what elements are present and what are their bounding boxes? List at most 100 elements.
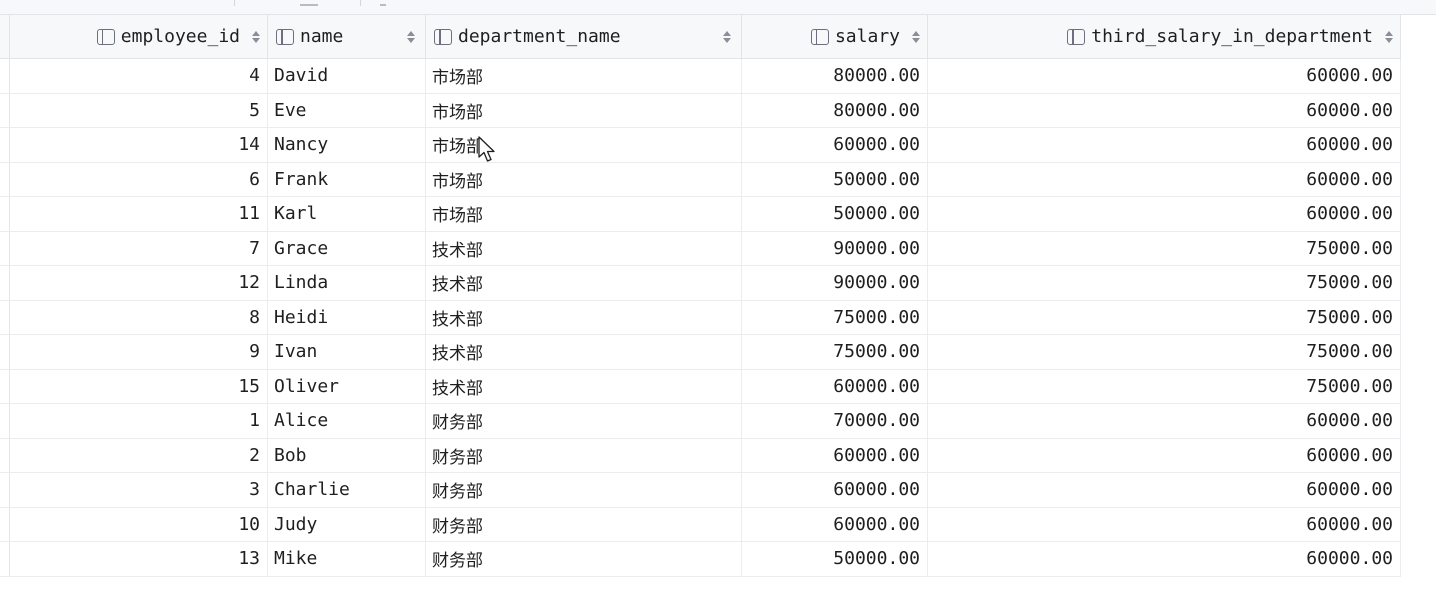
row-gutter-cell[interactable]: [0, 232, 10, 266]
row-gutter-cell[interactable]: [0, 266, 10, 300]
table-row[interactable]: 6 Frank 市场部 50000.00 60000.00: [0, 162, 1401, 197]
cell-third-salary[interactable]: 75000.00: [928, 231, 1401, 265]
cell-name[interactable]: Bob: [268, 438, 426, 472]
table-row[interactable]: 3 Charlie 财务部 60000.00 60000.00: [0, 473, 1401, 508]
sort-arrows-icon[interactable]: [252, 30, 260, 44]
cell-third-salary[interactable]: 60000.00: [928, 93, 1401, 127]
cell-salary[interactable]: 60000.00: [742, 369, 928, 403]
cell-salary[interactable]: 75000.00: [742, 300, 928, 334]
cell-department-name[interactable]: 市场部: [426, 128, 742, 162]
cell-department-name[interactable]: 技术部: [426, 335, 742, 369]
cell-department-name[interactable]: 技术部: [426, 300, 742, 334]
cell-name[interactable]: Grace: [268, 231, 426, 265]
cell-employee-id[interactable]: 11: [10, 197, 268, 231]
cell-name[interactable]: Ivan: [268, 335, 426, 369]
cell-third-salary[interactable]: 60000.00: [928, 162, 1401, 196]
cell-third-salary[interactable]: 75000.00: [928, 369, 1401, 403]
cell-department-name[interactable]: 技术部: [426, 266, 742, 300]
row-gutter-cell[interactable]: [0, 94, 10, 128]
cell-employee-id[interactable]: 3: [10, 473, 268, 507]
cell-third-salary[interactable]: 75000.00: [928, 300, 1401, 334]
cell-salary[interactable]: 75000.00: [742, 335, 928, 369]
cell-name[interactable]: Nancy: [268, 128, 426, 162]
cell-name[interactable]: Karl: [268, 197, 426, 231]
cell-salary[interactable]: 60000.00: [742, 438, 928, 472]
cell-name[interactable]: Linda: [268, 266, 426, 300]
table-row[interactable]: 7 Grace 技术部 90000.00 75000.00: [0, 231, 1401, 266]
cell-salary[interactable]: 90000.00: [742, 266, 928, 300]
table-row[interactable]: 4 David 市场部 80000.00 60000.00: [0, 59, 1401, 94]
cell-name[interactable]: Oliver: [268, 369, 426, 403]
cell-employee-id[interactable]: 7: [10, 231, 268, 265]
cell-department-name[interactable]: 财务部: [426, 473, 742, 507]
row-gutter-cell[interactable]: [0, 370, 10, 404]
cell-third-salary[interactable]: 75000.00: [928, 266, 1401, 300]
cell-department-name[interactable]: 财务部: [426, 542, 742, 576]
cell-name[interactable]: Eve: [268, 93, 426, 127]
cell-department-name[interactable]: 技术部: [426, 231, 742, 265]
cell-salary[interactable]: 80000.00: [742, 59, 928, 93]
table-row[interactable]: 11 Karl 市场部 50000.00 60000.00: [0, 197, 1401, 232]
cell-salary[interactable]: 60000.00: [742, 507, 928, 541]
cell-employee-id[interactable]: 10: [10, 507, 268, 541]
row-gutter-cell[interactable]: [0, 473, 10, 507]
cell-department-name[interactable]: 财务部: [426, 404, 742, 438]
cell-employee-id[interactable]: 14: [10, 128, 268, 162]
table-row[interactable]: 14 Nancy 市场部 60000.00 60000.00: [0, 128, 1401, 163]
cell-employee-id[interactable]: 9: [10, 335, 268, 369]
cell-employee-id[interactable]: 2: [10, 438, 268, 472]
sort-arrows-icon[interactable]: [407, 30, 415, 44]
cell-employee-id[interactable]: 1: [10, 404, 268, 438]
table-row[interactable]: 5 Eve 市场部 80000.00 60000.00: [0, 93, 1401, 128]
row-gutter-cell[interactable]: [0, 542, 10, 576]
table-row[interactable]: 12 Linda 技术部 90000.00 75000.00: [0, 266, 1401, 301]
cell-employee-id[interactable]: 4: [10, 59, 268, 93]
cell-department-name[interactable]: 市场部: [426, 59, 742, 93]
cell-department-name[interactable]: 市场部: [426, 162, 742, 196]
cell-name[interactable]: Judy: [268, 507, 426, 541]
column-header-salary[interactable]: salary: [742, 15, 928, 58]
column-header-department-name[interactable]: department_name: [426, 15, 742, 58]
cell-third-salary[interactable]: 60000.00: [928, 197, 1401, 231]
cell-name[interactable]: Frank: [268, 162, 426, 196]
cell-salary[interactable]: 50000.00: [742, 162, 928, 196]
cell-department-name[interactable]: 市场部: [426, 93, 742, 127]
sort-arrows-icon[interactable]: [1385, 30, 1393, 44]
cell-name[interactable]: Mike: [268, 542, 426, 576]
row-gutter-cell[interactable]: [0, 301, 10, 335]
cell-department-name[interactable]: 财务部: [426, 507, 742, 541]
cell-employee-id[interactable]: 12: [10, 266, 268, 300]
table-row[interactable]: 1 Alice 财务部 70000.00 60000.00: [0, 404, 1401, 439]
cell-salary[interactable]: 70000.00: [742, 404, 928, 438]
cell-employee-id[interactable]: 15: [10, 369, 268, 403]
sort-arrows-icon[interactable]: [912, 30, 920, 44]
table-row[interactable]: 10 Judy 财务部 60000.00 60000.00: [0, 507, 1401, 542]
row-gutter-cell[interactable]: [0, 59, 10, 93]
cell-name[interactable]: Heidi: [268, 300, 426, 334]
cell-employee-id[interactable]: 6: [10, 162, 268, 196]
cell-employee-id[interactable]: 5: [10, 93, 268, 127]
row-gutter-cell[interactable]: [0, 508, 10, 542]
cell-third-salary[interactable]: 60000.00: [928, 404, 1401, 438]
cell-name[interactable]: Charlie: [268, 473, 426, 507]
cell-salary[interactable]: 50000.00: [742, 542, 928, 576]
cell-third-salary[interactable]: 75000.00: [928, 335, 1401, 369]
cell-salary[interactable]: 60000.00: [742, 128, 928, 162]
cell-third-salary[interactable]: 60000.00: [928, 128, 1401, 162]
table-row[interactable]: 15 Oliver 技术部 60000.00 75000.00: [0, 369, 1401, 404]
cell-third-salary[interactable]: 60000.00: [928, 507, 1401, 541]
row-gutter-cell[interactable]: [0, 197, 10, 231]
sort-arrows-icon[interactable]: [723, 30, 731, 44]
row-gutter-cell[interactable]: [0, 163, 10, 197]
table-row[interactable]: 2 Bob 财务部 60000.00 60000.00: [0, 438, 1401, 473]
cell-third-salary[interactable]: 60000.00: [928, 542, 1401, 576]
column-header-third-salary[interactable]: third_salary_in_department: [928, 15, 1401, 58]
toolbar-icon[interactable]: [300, 0, 318, 6]
row-gutter-cell[interactable]: [0, 335, 10, 369]
table-row[interactable]: 9 Ivan 技术部 75000.00 75000.00: [0, 335, 1401, 370]
cell-third-salary[interactable]: 60000.00: [928, 59, 1401, 93]
cell-third-salary[interactable]: 60000.00: [928, 473, 1401, 507]
table-row[interactable]: 13 Mike 财务部 50000.00 60000.00: [0, 542, 1401, 577]
row-gutter-cell[interactable]: [0, 439, 10, 473]
cell-name[interactable]: Alice: [268, 404, 426, 438]
